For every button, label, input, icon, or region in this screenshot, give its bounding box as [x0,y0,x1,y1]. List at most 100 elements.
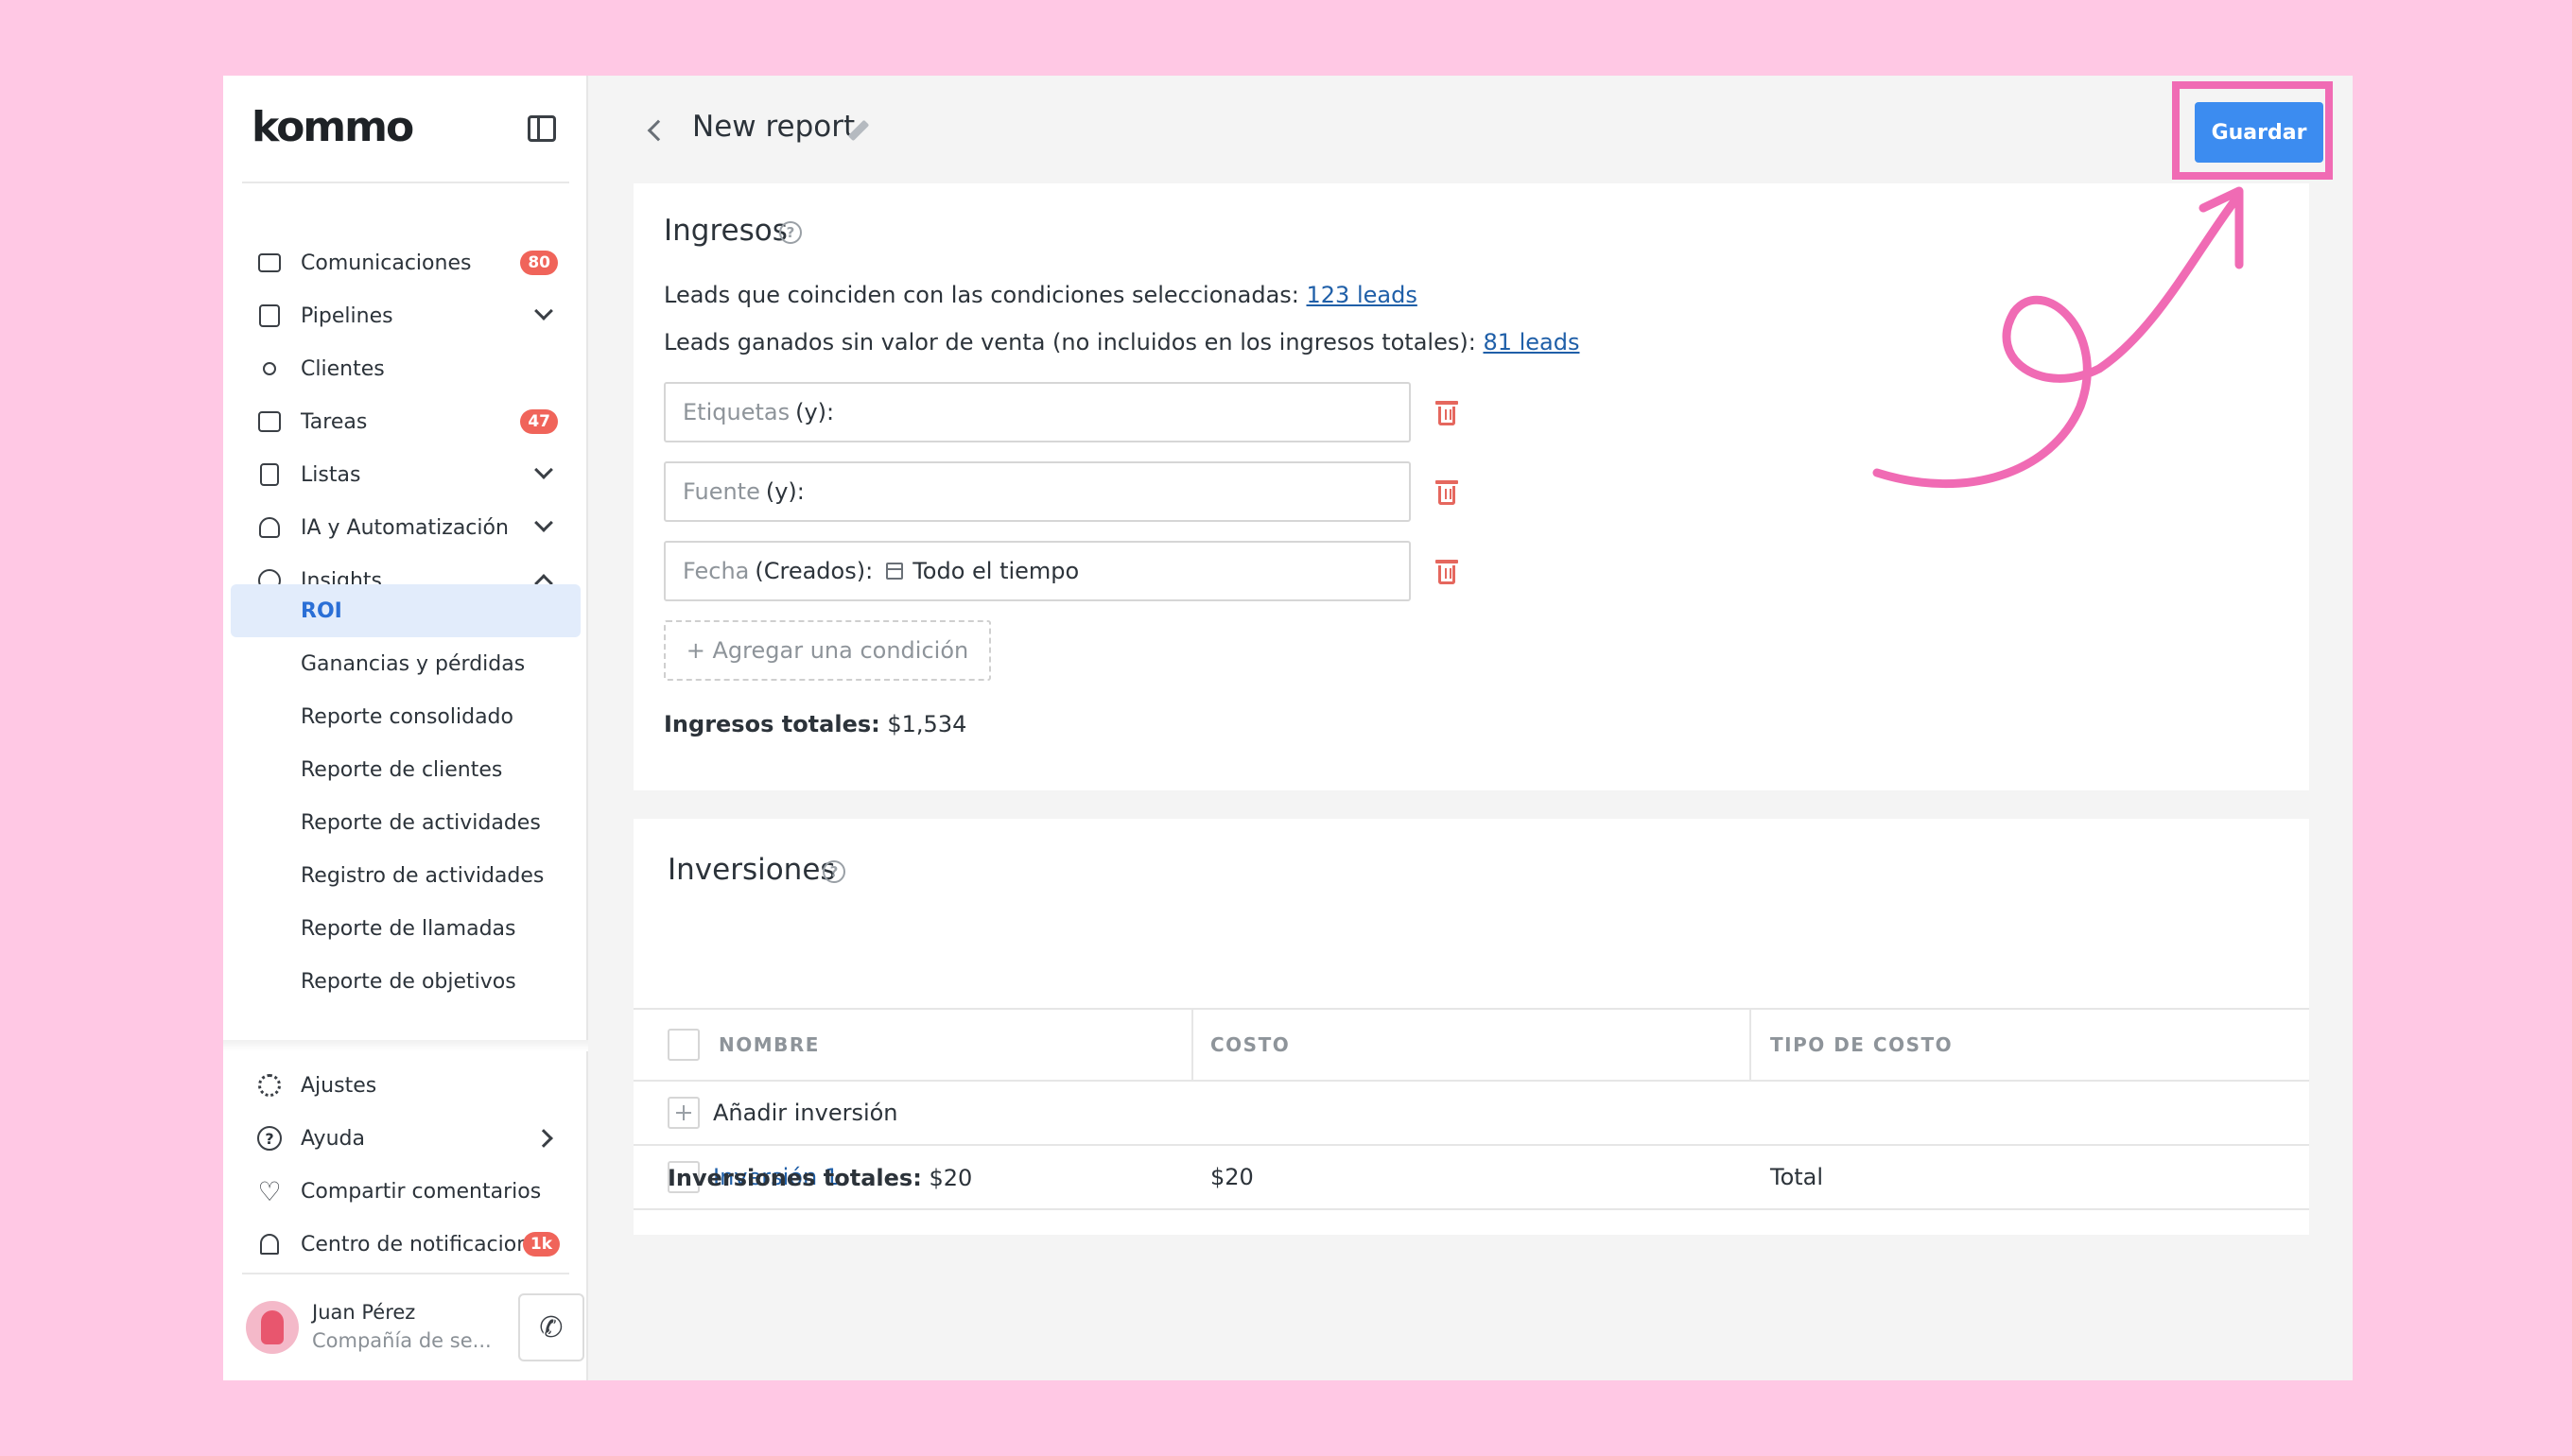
select-all-checkbox[interactable] [668,1029,700,1061]
table-header: NOMBRE COSTO TIPO DE COSTO [634,1008,2309,1082]
investment-cost: $20 [1210,1164,1254,1190]
sidebar-item-ajustes[interactable]: Ajustes [223,1059,588,1112]
investment-type: Total [1770,1164,1824,1190]
sidebar-item-notificaciones[interactable]: Centro de notificaciones 1k [223,1218,588,1271]
annotation-arrow-icon [1872,186,2244,488]
help-icon[interactable]: ? [823,860,845,883]
sidebar-subitem-label: Reporte consolidado [301,704,513,729]
chevron-down-icon [534,460,553,479]
total-value: $1,534 [887,711,967,737]
trash-icon[interactable] [1435,478,1458,505]
trash-icon[interactable] [1435,558,1458,584]
condition-etiquetas-field[interactable]: Etiquetas (y): [664,382,1411,442]
sidebar-item-pipelines[interactable]: Pipelines [223,289,588,342]
sidebar-item-label: Tareas [301,409,368,434]
back-arrow-icon[interactable] [647,119,669,142]
matching-leads-line: Leads que coinciden con las condiciones … [664,282,1417,308]
sidebar-item-label: Ayuda [301,1126,365,1151]
sidebar-item-comentarios[interactable]: ♡ Compartir comentarios [223,1165,588,1218]
trash-icon[interactable] [1435,399,1458,425]
condition-fecha-field[interactable]: Fecha (Creados): Todo el tiempo [664,541,1411,601]
column-header-nombre[interactable]: NOMBRE [719,1010,820,1080]
total-label: Inversiones totales: [668,1165,922,1191]
won-leads-line: Leads ganados sin valor de venta (no inc… [664,329,1580,355]
column-divider [1191,1010,1193,1080]
sidebar-subitem-registro[interactable]: Registro de actividades [223,849,588,902]
plus-icon[interactable] [668,1097,700,1129]
list-icon [255,460,284,489]
sidebar-item-label: Centro de notificaciones [301,1232,554,1257]
user-profile[interactable]: Juan Pérez Compañía de se... ✆ [246,1293,584,1361]
won-leads-link[interactable]: 81 leads [1483,329,1579,355]
sidebar-item-label: Ajustes [301,1073,377,1098]
sidebar: kommo Comunicaciones 80 Pipelines Client… [223,76,588,1380]
chevron-down-icon [534,513,553,532]
column-header-costo[interactable]: COSTO [1210,1010,1290,1080]
pipeline-icon [255,302,284,330]
avatar[interactable] [246,1301,299,1354]
inversiones-panel: Inversiones ? NOMBRE COSTO TIPO DE COSTO… [634,819,2309,1235]
condition-operator: (Creados): [755,558,874,584]
unread-badge: 80 [520,251,558,275]
chevron-down-icon [534,302,553,321]
total-label: Ingresos totales: [664,711,880,737]
matching-leads-link[interactable]: 123 leads [1307,282,1417,308]
sidebar-subitem-label: Registro de actividades [301,863,545,888]
sidebar-subitem-consolidado[interactable]: Reporte consolidado [223,690,588,743]
divider [242,182,569,183]
sidebar-item-tareas[interactable]: Tareas 47 [223,395,588,448]
condition-key: Fecha [683,558,750,584]
sidebar-subitem-label: Reporte de clientes [301,757,503,782]
add-investment-label[interactable]: Añadir inversión [713,1082,898,1144]
sidebar-subitem-label: Reporte de actividades [301,810,541,835]
kommo-logo[interactable]: kommo [252,102,414,151]
total-value: $20 [929,1165,973,1191]
sidebar-subitem-clientes[interactable]: Reporte de clientes [223,743,588,796]
sidebar-item-label: Listas [301,462,361,487]
phone-button[interactable]: ✆ [518,1293,584,1361]
condition-fuente-field[interactable]: Fuente (y): [664,461,1411,522]
column-header-tipo[interactable]: TIPO DE COSTO [1770,1010,1953,1080]
sidebar-subitem-roi[interactable]: ROI [231,584,581,637]
automation-icon [255,513,284,542]
ingresos-total: Ingresos totales: $1,534 [664,711,966,737]
bell-icon [255,1230,284,1258]
help-icon[interactable]: ? [779,221,802,244]
sidebar-collapse-icon[interactable] [528,115,556,142]
help-icon: ? [255,1124,284,1153]
divider [242,1273,569,1274]
sidebar-item-automatizacion[interactable]: IA y Automatización [223,501,588,554]
column-divider [1749,1010,1751,1080]
sidebar-subitem-llamadas[interactable]: Reporte de llamadas [223,902,588,955]
users-icon [255,355,284,383]
heart-icon: ♡ [257,1175,282,1207]
add-investment-row[interactable]: Añadir inversión [634,1082,2309,1146]
condition-operator: (y): [795,399,835,425]
calendar-icon [255,407,284,436]
sidebar-item-ayuda[interactable]: ? Ayuda [223,1112,588,1165]
sidebar-subitem-actividades[interactable]: Reporte de actividades [223,796,588,849]
sidebar-item-label: Clientes [301,356,385,381]
condition-value: Todo el tiempo [912,558,1080,584]
sidebar-subitem-objetivos[interactable]: Reporte de objetivos [223,955,588,1008]
sidebar-item-label: Comunicaciones [301,251,472,275]
sidebar-item-comunicaciones[interactable]: Comunicaciones 80 [223,236,588,289]
condition-operator: (y): [765,478,805,505]
user-name: Juan Pérez [312,1301,416,1324]
phone-icon: ✆ [539,1310,564,1344]
save-button-highlight [2172,81,2333,180]
add-condition-button[interactable]: + Agregar una condición [664,620,991,681]
ingresos-title: Ingresos [664,214,788,248]
sidebar-item-clientes[interactable]: Clientes [223,342,588,395]
sidebar-item-listas[interactable]: Listas [223,448,588,501]
report-title[interactable]: New report [692,110,855,144]
inversiones-total: Inversiones totales: $20 [668,1165,972,1191]
sidebar-item-label: Pipelines [301,303,393,328]
chevron-right-icon [534,1129,553,1148]
divider [223,1040,588,1051]
condition-key: Etiquetas [683,399,791,425]
sidebar-subitem-label: ROI [301,598,342,623]
inversiones-title: Inversiones [668,853,836,887]
sidebar-item-label: IA y Automatización [301,515,509,540]
sidebar-subitem-ganancias[interactable]: Ganancias y pérdidas [223,637,588,690]
